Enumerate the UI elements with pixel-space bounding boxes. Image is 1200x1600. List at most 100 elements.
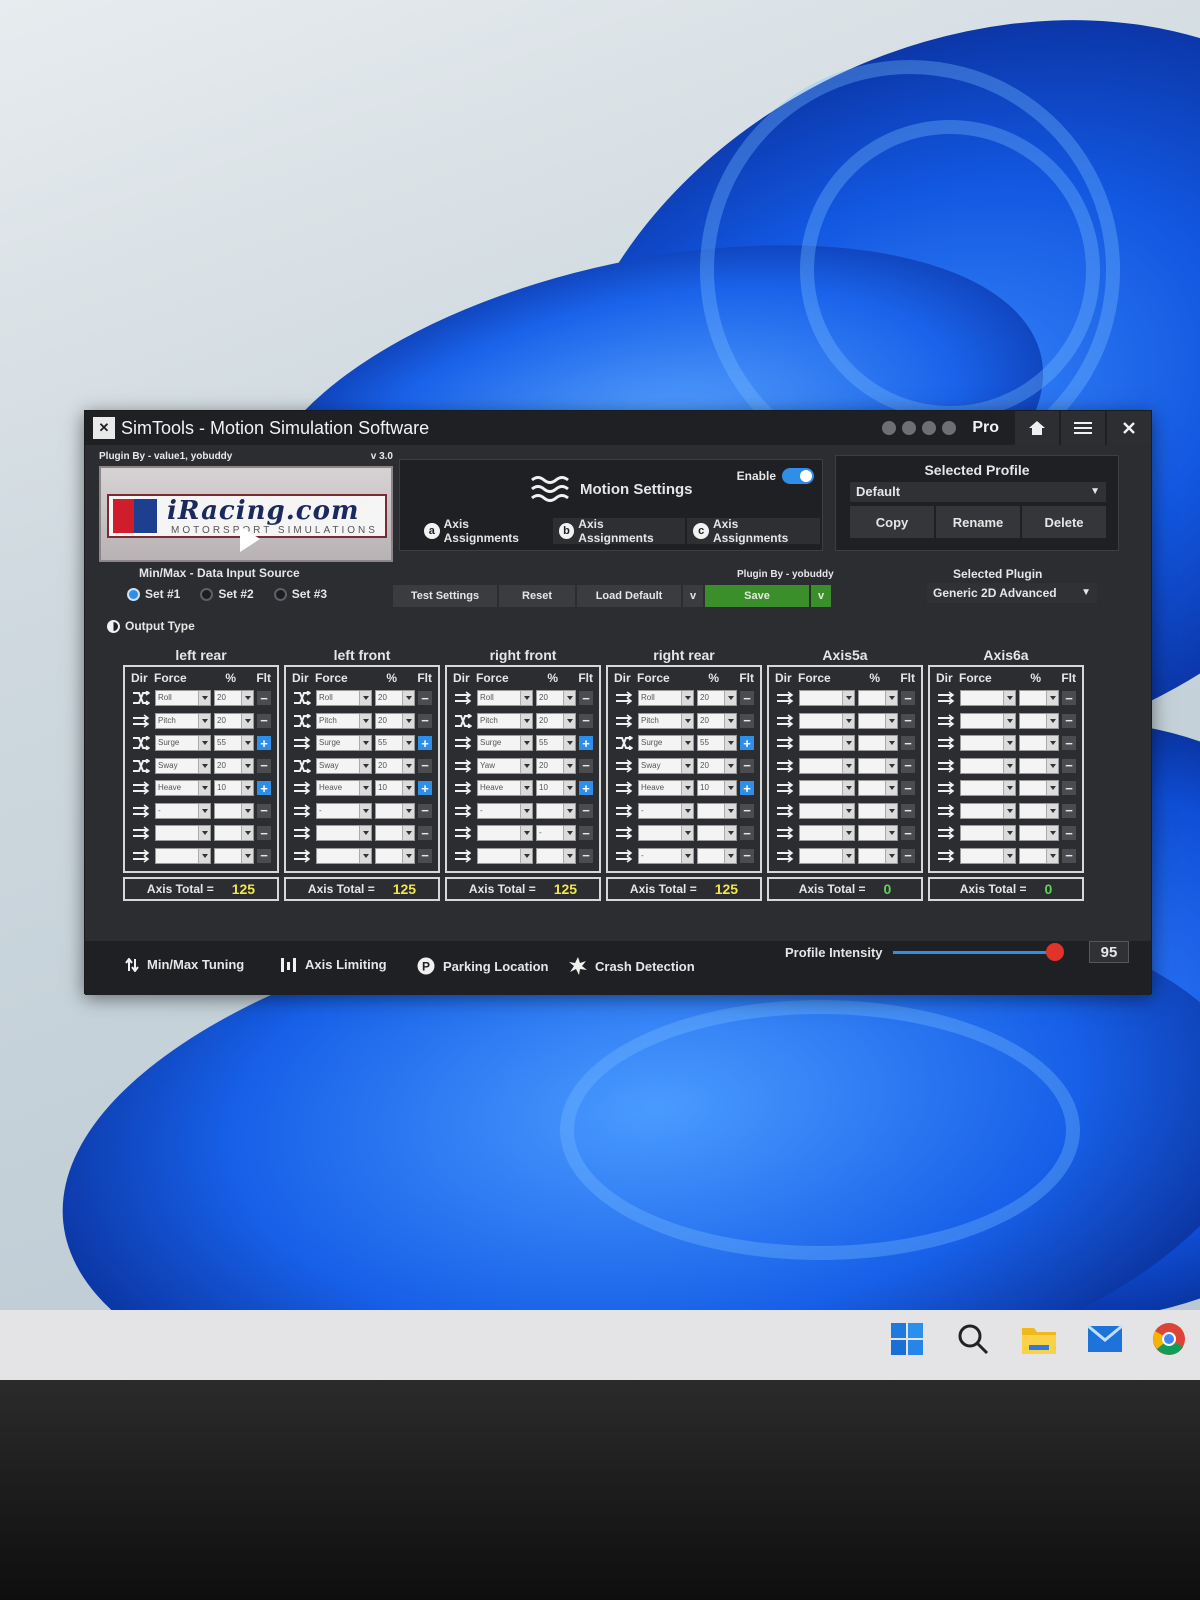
direction-inverted-icon[interactable] <box>453 713 473 729</box>
force-select[interactable]: - <box>477 802 533 819</box>
force-select[interactable]: Sway <box>316 757 372 774</box>
profile-select[interactable]: Default ▼ <box>850 482 1106 502</box>
filter-minus-icon[interactable]: − <box>1062 826 1076 841</box>
direction-normal-icon[interactable] <box>936 713 956 729</box>
percent-select[interactable]: 20 <box>697 690 737 707</box>
filter-minus-icon[interactable]: − <box>1062 848 1076 863</box>
direction-normal-icon[interactable] <box>292 803 312 819</box>
force-select[interactable] <box>960 847 1016 864</box>
force-select[interactable]: Pitch <box>155 712 211 729</box>
power-icon[interactable] <box>942 421 957 435</box>
direction-normal-icon[interactable] <box>453 848 473 864</box>
percent-select[interactable]: 10 <box>375 780 415 797</box>
home-button[interactable] <box>1015 411 1059 445</box>
direction-normal-icon[interactable] <box>292 825 312 841</box>
direction-normal-icon[interactable] <box>936 780 956 796</box>
percent-select[interactable]: 20 <box>536 690 576 707</box>
force-select[interactable] <box>799 712 855 729</box>
direction-normal-icon[interactable] <box>131 848 151 864</box>
percent-select[interactable] <box>858 712 898 729</box>
filter-minus-icon[interactable]: − <box>1062 758 1076 773</box>
force-select[interactable] <box>799 825 855 842</box>
percent-select[interactable] <box>375 802 415 819</box>
direction-normal-icon[interactable] <box>453 758 473 774</box>
percent-select[interactable]: - <box>536 825 576 842</box>
filter-minus-icon[interactable]: − <box>901 803 915 818</box>
direction-inverted-icon[interactable] <box>292 690 312 706</box>
percent-select[interactable] <box>858 780 898 797</box>
filter-minus-icon[interactable]: − <box>579 826 593 841</box>
direction-normal-icon[interactable] <box>453 825 473 841</box>
force-select[interactable]: Pitch <box>638 712 694 729</box>
force-select[interactable] <box>799 802 855 819</box>
direction-inverted-icon[interactable] <box>131 690 151 706</box>
percent-select[interactable]: 20 <box>375 757 415 774</box>
filter-minus-icon[interactable]: − <box>257 758 271 773</box>
direction-normal-icon[interactable] <box>775 758 795 774</box>
direction-normal-icon[interactable] <box>775 735 795 751</box>
direction-normal-icon[interactable] <box>775 848 795 864</box>
percent-select[interactable]: 10 <box>214 780 254 797</box>
filter-minus-icon[interactable]: − <box>1062 803 1076 818</box>
direction-normal-icon[interactable] <box>775 713 795 729</box>
filter-plus-icon[interactable]: + <box>257 781 271 796</box>
search-icon[interactable] <box>954 1320 992 1358</box>
filter-minus-icon[interactable]: − <box>740 758 754 773</box>
force-select[interactable] <box>799 780 855 797</box>
force-select[interactable]: Surge <box>155 735 211 752</box>
play-icon[interactable] <box>240 526 260 552</box>
direction-normal-icon[interactable] <box>775 803 795 819</box>
force-select[interactable]: Pitch <box>477 712 533 729</box>
direction-normal-icon[interactable] <box>453 690 473 706</box>
filter-minus-icon[interactable]: − <box>257 848 271 863</box>
minmax-tuning-button[interactable]: Min/Max Tuning <box>125 957 244 972</box>
direction-normal-icon[interactable] <box>936 848 956 864</box>
percent-select[interactable]: 10 <box>697 780 737 797</box>
filter-minus-icon[interactable]: − <box>901 826 915 841</box>
filter-minus-icon[interactable]: − <box>418 713 432 728</box>
percent-select[interactable]: 55 <box>214 735 254 752</box>
force-select[interactable] <box>960 802 1016 819</box>
percent-select[interactable] <box>858 802 898 819</box>
force-select[interactable] <box>477 847 533 864</box>
filter-plus-icon[interactable]: + <box>579 736 593 751</box>
direction-normal-icon[interactable] <box>936 825 956 841</box>
force-select[interactable] <box>799 735 855 752</box>
filter-minus-icon[interactable]: − <box>257 803 271 818</box>
force-select[interactable]: Heave <box>316 780 372 797</box>
force-select[interactable] <box>799 757 855 774</box>
filter-plus-icon[interactable]: + <box>740 781 754 796</box>
percent-select[interactable] <box>1019 847 1059 864</box>
radio-set-1[interactable]: Set #1 <box>127 587 180 601</box>
percent-select[interactable] <box>1019 780 1059 797</box>
direction-normal-icon[interactable] <box>775 690 795 706</box>
force-select[interactable]: Surge <box>316 735 372 752</box>
direction-normal-icon[interactable] <box>614 758 634 774</box>
force-select[interactable]: Heave <box>477 780 533 797</box>
force-select[interactable] <box>960 780 1016 797</box>
direction-inverted-icon[interactable] <box>131 735 151 751</box>
force-select[interactable]: Yaw <box>477 757 533 774</box>
force-select[interactable]: Sway <box>155 757 211 774</box>
percent-select[interactable] <box>858 847 898 864</box>
force-select[interactable]: - <box>638 802 694 819</box>
percent-select[interactable]: 20 <box>536 757 576 774</box>
percent-select[interactable] <box>1019 712 1059 729</box>
direction-normal-icon[interactable] <box>131 780 151 796</box>
percent-select[interactable]: 55 <box>375 735 415 752</box>
force-select[interactable]: - <box>316 802 372 819</box>
title-bar[interactable]: ✕ SimTools - Motion Simulation Software … <box>85 411 1151 445</box>
force-select[interactable]: - <box>155 802 211 819</box>
filter-plus-icon[interactable]: + <box>418 781 432 796</box>
rename-button[interactable]: Rename <box>936 506 1020 538</box>
axis-limiting-button[interactable]: Axis Limiting <box>281 957 387 972</box>
slider-thumb[interactable] <box>1045 943 1064 961</box>
percent-select[interactable]: 20 <box>375 690 415 707</box>
direction-inverted-icon[interactable] <box>614 735 634 751</box>
percent-select[interactable]: 10 <box>536 780 576 797</box>
enable-toggle[interactable] <box>782 468 814 484</box>
filter-minus-icon[interactable]: − <box>257 691 271 706</box>
delete-button[interactable]: Delete <box>1022 506 1106 538</box>
filter-minus-icon[interactable]: − <box>418 826 432 841</box>
save-dropdown[interactable]: v <box>811 585 831 607</box>
